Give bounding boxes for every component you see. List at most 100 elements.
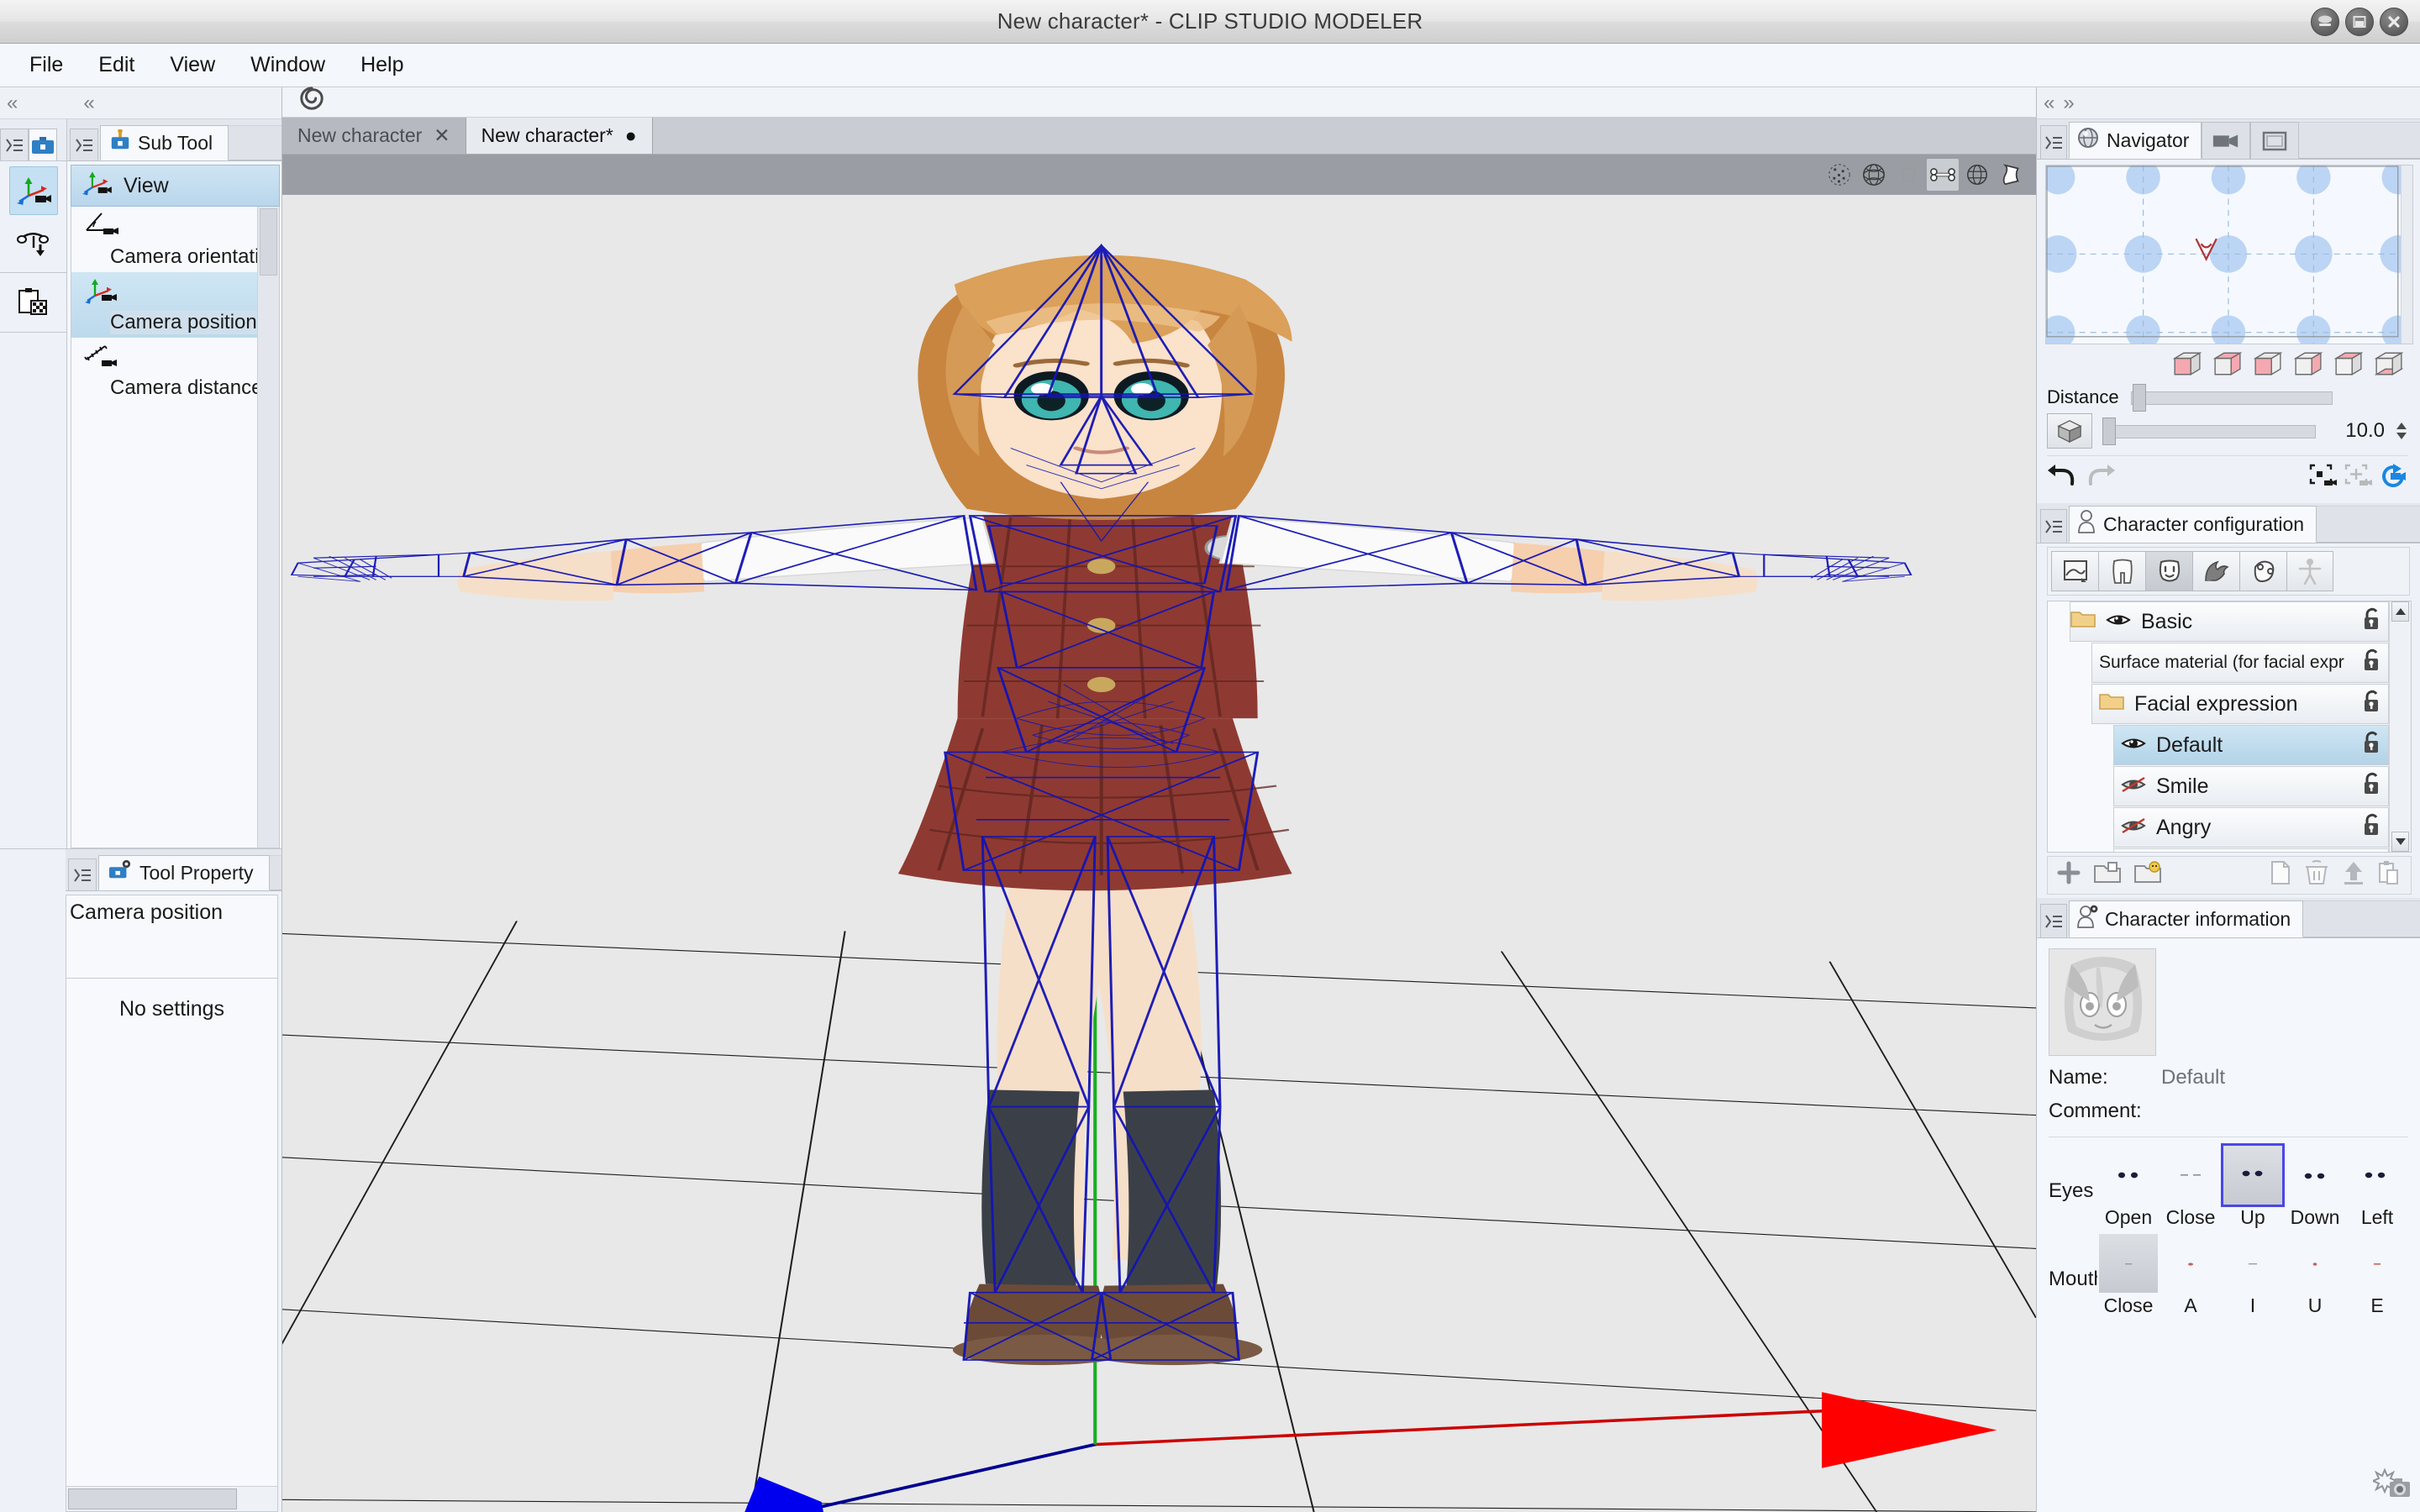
- navigator-menu-icon[interactable]: [2040, 125, 2067, 159]
- tree-row-angry[interactable]: Angry: [2113, 807, 2389, 848]
- tool-tab-icon[interactable]: [29, 129, 57, 160]
- tool-property-menu-icon[interactable]: [68, 858, 97, 890]
- material-tool-button[interactable]: [9, 278, 58, 327]
- tree-row-sad[interactable]: Sad: [2113, 848, 2389, 852]
- center-camera-icon[interactable]: [2344, 464, 2373, 494]
- view-cube-back[interactable]: [2210, 349, 2245, 378]
- scrollbar-thumb[interactable]: [68, 1488, 237, 1509]
- move-up-icon[interactable]: [2342, 860, 2365, 890]
- tab-camera-view[interactable]: [2202, 122, 2251, 159]
- menu-item-window[interactable]: Window: [233, 50, 343, 81]
- collapse-subtool-icon[interactable]: «: [76, 92, 96, 115]
- menu-item-view[interactable]: View: [152, 50, 233, 81]
- menu-item-help[interactable]: Help: [343, 50, 421, 81]
- tab-character-configuration[interactable]: Character configuration: [2069, 506, 2317, 543]
- document-tab-2[interactable]: New character* ●: [466, 118, 653, 154]
- fit-selection-camera-icon[interactable]: [2309, 464, 2338, 494]
- eyes-option-close[interactable]: Close: [2160, 1146, 2222, 1229]
- normals-display-icon[interactable]: [1892, 159, 1924, 191]
- eye-visible-icon[interactable]: [2106, 610, 2131, 634]
- unlock-icon[interactable]: [2361, 772, 2383, 801]
- eyes-option-down[interactable]: Down: [2284, 1146, 2346, 1229]
- sub-tool-group-view[interactable]: View: [71, 165, 280, 207]
- camera-tool-button[interactable]: [8, 166, 58, 215]
- paste-icon[interactable]: [2377, 860, 2402, 890]
- document-tab-1[interactable]: New character ✕: [282, 118, 466, 154]
- eye-hidden-icon[interactable]: [2114, 774, 2146, 799]
- cloth-display-icon[interactable]: [1996, 159, 2028, 191]
- tree-scrollbar[interactable]: [2389, 601, 2411, 852]
- tree-row-facial-expression[interactable]: Facial expression: [2091, 684, 2389, 724]
- scale-cube-button[interactable]: [2047, 413, 2092, 449]
- expand-right-icon[interactable]: »: [2056, 92, 2075, 115]
- add-icon[interactable]: [2056, 860, 2081, 890]
- view-cube-front[interactable]: [2170, 349, 2205, 378]
- sub-tool-item-camera-position[interactable]: Camera position: [71, 272, 279, 338]
- collapse-right-icon[interactable]: «: [2037, 92, 2056, 115]
- collapse-left-icon[interactable]: «: [0, 92, 19, 115]
- unlock-icon[interactable]: [2361, 690, 2383, 719]
- delete-icon[interactable]: [2303, 860, 2330, 890]
- unlock-icon[interactable]: [2361, 813, 2383, 843]
- menu-item-file[interactable]: File: [12, 50, 81, 81]
- tree-row-smile[interactable]: Smile: [2113, 766, 2389, 806]
- modified-dot-icon[interactable]: ●: [625, 124, 637, 147]
- distance-stepper[interactable]: [2395, 422, 2408, 440]
- unlock-icon[interactable]: [2361, 731, 2383, 760]
- redo-icon[interactable]: [2084, 464, 2116, 494]
- tab-tool-property[interactable]: Tool Property: [98, 855, 270, 890]
- texture-setup-icon[interactable]: [2051, 551, 2098, 591]
- palette-menu-icon[interactable]: [0, 129, 29, 160]
- view-cube-left[interactable]: [2250, 349, 2286, 378]
- character-information-menu-icon[interactable]: [2040, 904, 2067, 937]
- tool-property-hscrollbar[interactable]: [66, 1486, 277, 1511]
- slider-knob[interactable]: [2133, 384, 2146, 412]
- camera-snapshot-icon[interactable]: [2370, 1467, 2412, 1507]
- mouth-option-i[interactable]: I: [2222, 1234, 2284, 1317]
- undo-icon[interactable]: [2047, 464, 2079, 494]
- viewport-canvas-3d[interactable]: [282, 195, 2036, 1512]
- eye-hidden-icon[interactable]: [2114, 816, 2146, 840]
- reset-camera-icon[interactable]: [2380, 463, 2408, 495]
- mouth-option-u[interactable]: U: [2284, 1234, 2346, 1317]
- eye-visible-icon[interactable]: [2114, 733, 2146, 758]
- wireframe-display-icon[interactable]: [1858, 159, 1890, 191]
- tab-navigator[interactable]: Navigator: [2069, 122, 2202, 159]
- maximize-button[interactable]: [2345, 8, 2374, 36]
- points-display-icon[interactable]: [1823, 159, 1855, 191]
- distance-value[interactable]: 10.0: [2326, 419, 2385, 443]
- name-value[interactable]: Default: [2161, 1066, 2225, 1089]
- clip-studio-icon[interactable]: [299, 86, 324, 116]
- close-button[interactable]: [2380, 8, 2408, 36]
- scale-slider[interactable]: [2102, 417, 2316, 445]
- view-cube-right[interactable]: [2291, 349, 2326, 378]
- minimize-button[interactable]: [2311, 8, 2339, 36]
- tree-row-default[interactable]: Default: [2113, 725, 2389, 765]
- scroll-down-icon[interactable]: [2391, 832, 2409, 852]
- tab-layout-view[interactable]: [2250, 122, 2300, 159]
- bone-tool-button[interactable]: [9, 218, 58, 267]
- view-cube-top[interactable]: [2331, 349, 2366, 378]
- accessory-icon[interactable]: [2239, 551, 2286, 591]
- duplicate-icon[interactable]: [2270, 860, 2291, 890]
- slider-knob[interactable]: [2102, 417, 2116, 445]
- face-icon[interactable]: [2145, 551, 2192, 591]
- close-icon[interactable]: ✕: [434, 124, 450, 147]
- eyes-option-open[interactable]: Open: [2097, 1146, 2160, 1229]
- eyes-option-up[interactable]: Up: [2221, 1143, 2285, 1229]
- scroll-up-icon[interactable]: [2391, 601, 2409, 622]
- menu-item-edit[interactable]: Edit: [81, 50, 152, 81]
- physics-display-icon[interactable]: [1961, 159, 1993, 191]
- mouth-option-a[interactable]: A: [2160, 1234, 2222, 1317]
- tab-sub-tool[interactable]: Sub Tool: [100, 125, 229, 160]
- navigator-preview[interactable]: [2045, 165, 2413, 344]
- sub-tool-item-camera-orientation[interactable]: Camera orientation: [71, 207, 279, 272]
- view-cube-bottom[interactable]: [2371, 349, 2407, 378]
- bone-display-icon[interactable]: [1927, 159, 1959, 191]
- sub-tool-scrollbar[interactable]: [257, 207, 279, 848]
- body-icon[interactable]: [2098, 551, 2145, 591]
- unlock-icon[interactable]: [2361, 607, 2383, 637]
- eyes-option-left[interactable]: Left: [2346, 1146, 2408, 1229]
- new-folder-icon[interactable]: [2093, 861, 2122, 890]
- unlock-icon[interactable]: [2361, 648, 2383, 677]
